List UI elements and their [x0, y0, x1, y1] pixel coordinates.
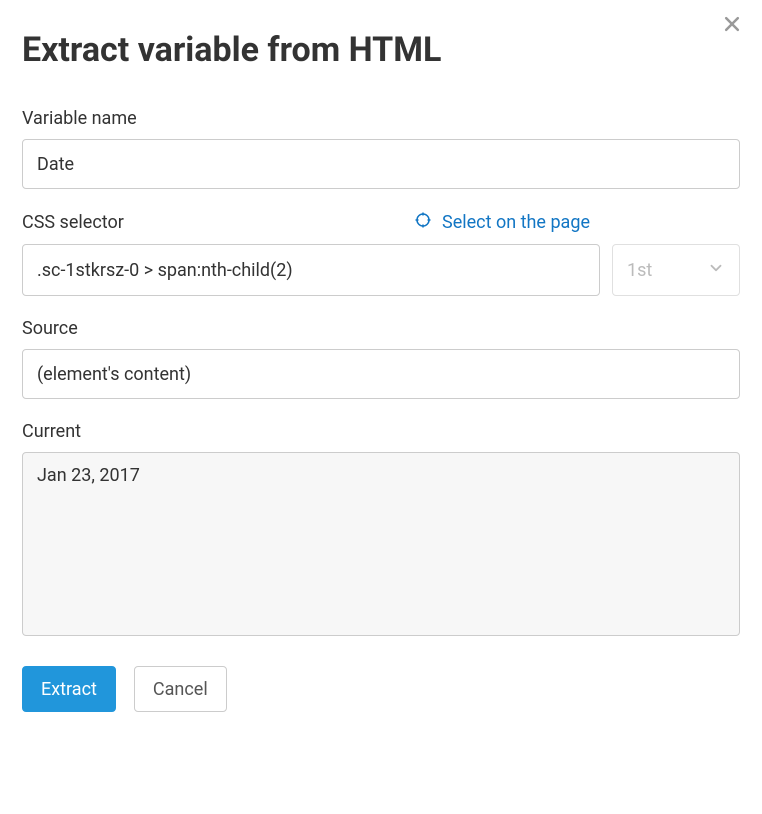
target-icon [414, 211, 432, 234]
current-value-box: Jan 23, 2017 [22, 452, 740, 636]
current-value: Jan 23, 2017 [37, 465, 140, 486]
current-field: Current Jan 23, 2017 [22, 421, 740, 636]
source-label: Source [22, 318, 740, 339]
source-input[interactable] [22, 349, 740, 399]
ordinal-value: 1st [627, 260, 652, 281]
current-label: Current [22, 421, 740, 442]
dialog-title: Extract variable from HTML [22, 30, 740, 70]
close-icon [722, 14, 742, 38]
source-field: Source [22, 318, 740, 399]
css-selector-input[interactable] [22, 244, 600, 296]
select-on-page-link[interactable]: Select on the page [414, 211, 590, 234]
cancel-button[interactable]: Cancel [134, 666, 227, 712]
select-on-page-text: Select on the page [442, 212, 590, 233]
chevron-down-icon [707, 259, 725, 282]
variable-name-input[interactable] [22, 139, 740, 189]
extract-button[interactable]: Extract [22, 666, 116, 712]
button-row: Extract Cancel [22, 666, 740, 712]
css-selector-field: CSS selector Select on the page 1st [22, 211, 740, 296]
variable-name-label: Variable name [22, 108, 740, 129]
variable-name-field: Variable name [22, 108, 740, 189]
ordinal-select[interactable]: 1st [612, 244, 740, 296]
css-selector-label: CSS selector [22, 212, 124, 233]
close-button[interactable] [720, 14, 744, 38]
